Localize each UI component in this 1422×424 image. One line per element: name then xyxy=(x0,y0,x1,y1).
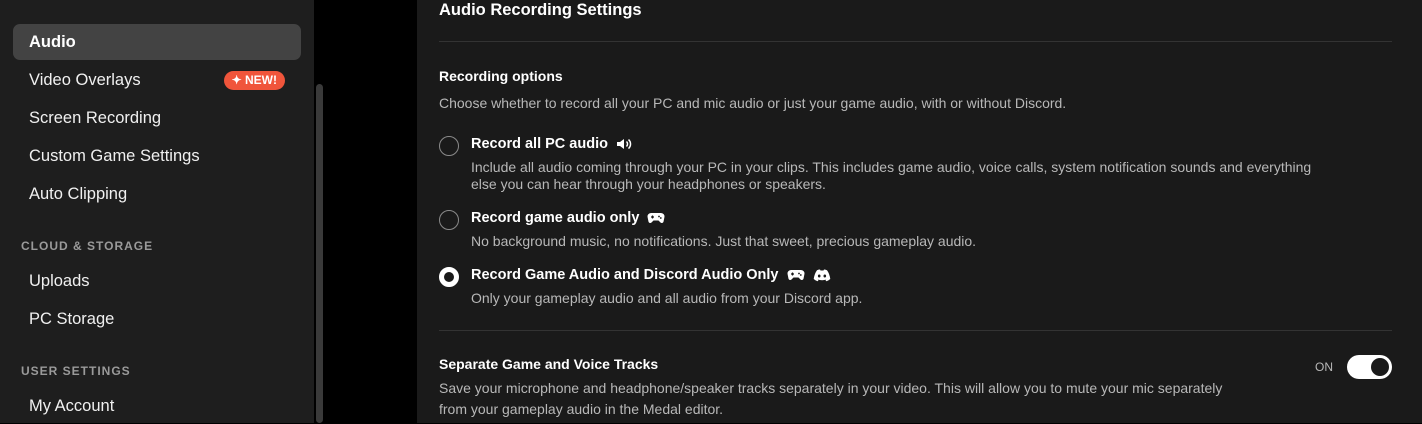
sidebar-item-label: PC Storage xyxy=(29,310,115,328)
option-title: Record Game Audio and Discord Audio Only xyxy=(471,267,779,283)
sidebar-item-auto-clipping[interactable]: Auto Clipping xyxy=(13,176,301,212)
sidebar-item-label: Screen Recording xyxy=(29,109,162,127)
badge-label: NEW! xyxy=(245,73,277,87)
sidebar-item-audio[interactable]: Audio xyxy=(13,24,301,60)
cloud-storage-heading: CLOUD & STORAGE xyxy=(21,239,154,253)
discord-icon xyxy=(813,268,831,282)
option-description-line: Only your gameplay audio and all audio f… xyxy=(471,290,863,306)
radio-record-game-audio-only[interactable] xyxy=(439,210,459,230)
sidebar-item-custom-game-settings[interactable]: Custom Game Settings xyxy=(13,138,301,174)
radio-record-game-and-discord-audio[interactable] xyxy=(439,267,459,287)
recording-options-heading: Recording options xyxy=(439,68,563,84)
option-description-line: No background music, no notifications. J… xyxy=(471,233,977,249)
sidebar-item-label: Uploads xyxy=(29,272,90,290)
speaker-icon xyxy=(616,137,632,151)
gamepad-icon xyxy=(647,212,665,224)
new-badge: ✦ NEW! xyxy=(223,71,285,90)
separate-tracks-description-line: Save your microphone and headphone/speak… xyxy=(439,380,1223,396)
user-settings-heading: USER SETTINGS xyxy=(21,364,131,378)
option-record-game-audio-only[interactable]: Record game audio only xyxy=(471,208,665,228)
separate-tracks-toggle[interactable] xyxy=(1347,355,1392,379)
divider xyxy=(439,330,1392,331)
toggle-state-label: ON xyxy=(1315,360,1333,374)
page-title: Audio Recording Settings xyxy=(439,1,642,19)
gamepad-icon xyxy=(787,269,805,281)
separate-tracks-heading: Separate Game and Voice Tracks xyxy=(439,356,659,372)
sidebar-item-video-overlays[interactable]: Video Overlays ✦ NEW! xyxy=(13,62,301,98)
sidebar-item-screen-recording[interactable]: Screen Recording xyxy=(13,100,301,136)
sidebar-item-pc-storage[interactable]: PC Storage xyxy=(13,301,301,337)
sidebar-scrollbar[interactable] xyxy=(316,84,323,423)
sidebar-item-uploads[interactable]: Uploads xyxy=(13,263,301,299)
sidebar-item-label: Audio xyxy=(29,33,76,51)
option-title: Record game audio only xyxy=(471,210,640,226)
sidebar-item-label: Video Overlays xyxy=(29,71,141,89)
sidebar: Audio Video Overlays ✦ NEW! Screen Recor… xyxy=(0,0,314,423)
recording-options-description: Choose whether to record all your PC and… xyxy=(439,95,1067,111)
radio-record-all-pc-audio[interactable] xyxy=(439,136,459,156)
sidebar-item-label: Auto Clipping xyxy=(29,185,128,203)
sidebar-item-label: My Account xyxy=(29,397,115,415)
sparkle-icon: ✦ xyxy=(231,73,242,87)
sidebar-item-label: Custom Game Settings xyxy=(29,147,200,165)
settings-panel: Audio Recording Settings Recording optio… xyxy=(417,0,1422,423)
option-description-line: else you can hear through your headphone… xyxy=(471,176,826,192)
option-record-all-pc-audio[interactable]: Record all PC audio xyxy=(471,134,632,154)
divider xyxy=(439,41,1392,42)
separate-tracks-description-line: from your gameplay audio in the Medal ed… xyxy=(439,401,724,417)
sidebar-item-my-account[interactable]: My Account xyxy=(13,388,301,424)
option-title: Record all PC audio xyxy=(471,136,608,152)
option-record-game-and-discord-audio[interactable]: Record Game Audio and Discord Audio Only xyxy=(471,265,831,285)
toggle-knob xyxy=(1371,358,1389,376)
